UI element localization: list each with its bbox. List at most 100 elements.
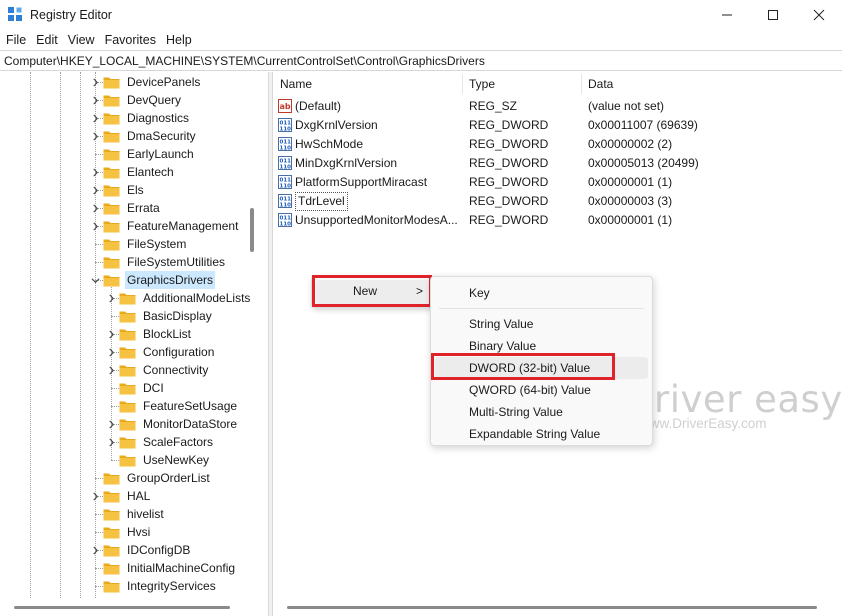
string-value-icon: ab [278,99,292,113]
submenu-binary-value[interactable]: Binary Value [469,338,536,354]
tree-item[interactable]: Errata [89,199,162,217]
tree-item[interactable]: HAL [89,487,152,505]
submenu-multi-string-value[interactable]: Multi-String Value [469,404,563,420]
tree-item-label: DevQuery [127,93,182,107]
tree-item[interactable]: BasicDisplay [105,307,214,325]
folder-icon [119,365,136,376]
tree-item[interactable]: Elantech [89,163,176,181]
value-row[interactable]: 110 011 HwSchMode REG_DWORD 0x00000002 (2) [273,135,842,154]
folder-icon [103,185,120,196]
value-row[interactable]: 110 011 UnsupportedMonitorModesA... REG_DWO… [273,211,842,230]
tree-expander[interactable] [105,289,117,307]
folder-icon [119,293,136,304]
tree-vertical-scrollbar-thumb[interactable] [250,208,254,252]
tree-expander[interactable] [89,163,101,181]
value-row[interactable]: 110 011 MinDxgKrnlVersion REG_DWORD 0x000050… [273,154,842,173]
scrollbar-thumb[interactable] [14,606,230,609]
menu-edit[interactable]: Edit [31,30,63,50]
tree-item[interactable]: IDConfigDB [89,541,192,559]
tree-expander[interactable] [89,181,101,199]
tree-item-label: UseNewKey [143,453,210,467]
tree-item[interactable]: GraphicsDrivers [89,271,216,289]
tree-expander[interactable] [105,343,117,361]
value-row[interactable]: 110 011 TdrLevel REG_DWORD 0x00000003 (3) [273,192,842,211]
tree-expander[interactable] [105,361,117,379]
tree-item[interactable]: FileSystemUtilities [89,253,227,271]
tree-expander[interactable] [89,217,101,235]
tree-item[interactable]: DmaSecurity [89,127,198,145]
tree-expander[interactable] [89,109,101,127]
tree-item[interactable]: MonitorDataStore [105,415,239,433]
scrollbar-thumb[interactable] [287,606,817,609]
tree-expander[interactable] [89,487,101,505]
svg-text:110: 110 [280,203,292,209]
tree-item[interactable]: DCI [105,379,166,397]
tree-item[interactable]: FileSystem [89,235,188,253]
svg-text:110: 110 [280,165,292,171]
tree-item[interactable]: IntegrityServices [89,577,218,595]
menu-file[interactable]: File [1,30,31,50]
tree-item[interactable]: EarlyLaunch [89,145,196,163]
folder-icon [119,437,136,448]
tree-item[interactable]: ScaleFactors [105,433,215,451]
address-bar[interactable]: Computer\HKEY_LOCAL_MACHINE\SYSTEM\Curre… [0,50,842,71]
value-type: REG_DWORD [469,213,549,227]
column-header-name[interactable]: Name [273,72,312,96]
tree-item-label: FeatureSetUsage [143,399,238,413]
list-horizontal-scrollbar[interactable] [273,598,842,616]
value-name: MinDxgKrnlVersion [295,156,398,170]
folder-icon [103,113,120,124]
submenu-expandable-string-value[interactable]: Expandable String Value [469,426,600,442]
tree-item[interactable]: hivelist [89,505,166,523]
submenu-string-value[interactable]: String Value [469,316,533,332]
menu-favorites[interactable]: Favorites [100,30,161,50]
tree-expander[interactable] [105,433,117,451]
tree-item[interactable]: FeatureSetUsage [105,397,239,415]
tree-item[interactable]: Els [89,181,146,199]
value-name: (Default) [295,99,342,113]
tree-horizontal-scrollbar[interactable] [0,598,268,616]
tree-item[interactable]: BlockList [105,325,193,343]
tree-item[interactable]: Connectivity [105,361,210,379]
folder-icon [103,149,120,160]
tree-item-label: DevicePanels [127,75,201,89]
tree-item[interactable]: Diagnostics [89,109,191,127]
registry-key-tree[interactable]: DevicePanels DevQuery Diagnostics DmaSecuri… [0,72,268,598]
tree-expander[interactable] [89,199,101,217]
tree-expander[interactable] [89,91,101,109]
binary-value-icon: 110011 [278,118,292,133]
tree-expander[interactable] [89,73,101,91]
tree-item-label: FeatureManagement [127,219,239,233]
tree-item-label: GraphicsDrivers [125,271,216,289]
menu-view[interactable]: View [63,30,100,50]
tree-item[interactable]: DevQuery [89,91,183,109]
tree-expander[interactable] [105,415,117,433]
tree-expander[interactable] [105,325,117,343]
tree-item[interactable]: GroupOrderList [89,469,212,487]
tree-item[interactable]: DevicePanels [89,73,202,91]
tree-item[interactable]: Hvsi [89,523,152,541]
menu-help[interactable]: Help [161,30,197,50]
submenu-key[interactable]: Key [469,285,490,301]
tree-expander[interactable] [89,127,101,145]
column-header-type[interactable]: Type [462,72,495,96]
tree-item[interactable]: AdditionalModeLists [105,289,252,307]
tree-expander[interactable] [89,541,101,559]
minimize-button[interactable] [704,0,750,30]
value-row[interactable]: 110 011 PlatformSupportMiracast REG_DWORD 0x… [273,173,842,192]
tree-item[interactable]: UseNewKey [105,451,211,469]
svg-text:011: 011 [280,178,292,184]
maximize-button[interactable] [750,0,796,30]
chevron-down-icon [91,277,99,283]
value-row[interactable]: 110 011 DxgKrnlVersion REG_DWORD 0x00011007 … [273,116,842,135]
tree-expander[interactable] [89,271,101,289]
chevron-right-icon [108,438,114,446]
close-button[interactable] [796,0,842,30]
value-row[interactable]: ab (Default) REG_SZ (value not set) [273,97,842,116]
window-title: Registry Editor [30,8,112,22]
tree-item[interactable]: Configuration [105,343,216,361]
column-header-data[interactable]: Data [581,72,613,96]
submenu-qword-value[interactable]: QWORD (64-bit) Value [469,382,591,398]
tree-item[interactable]: InitialMachineConfig [89,559,237,577]
tree-item[interactable]: FeatureManagement [89,217,240,235]
